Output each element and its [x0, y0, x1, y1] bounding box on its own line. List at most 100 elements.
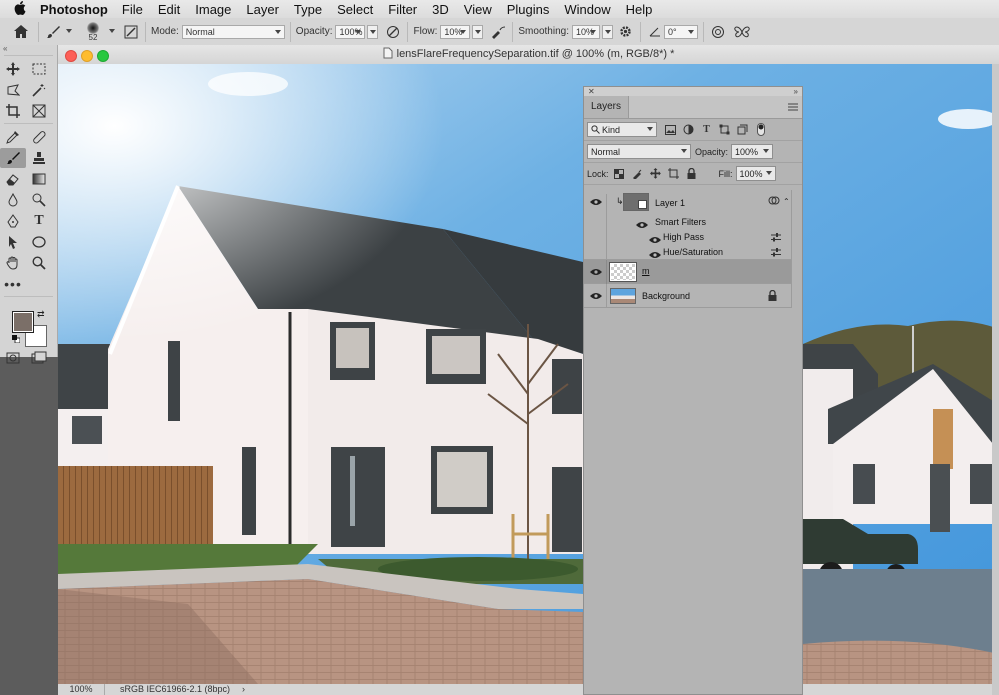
default-colors-icon[interactable] [12, 334, 21, 344]
hand-tool-icon[interactable] [0, 253, 26, 273]
zoom-level[interactable]: 100% [58, 684, 105, 695]
lasso-tool-icon[interactable] [0, 80, 26, 100]
symmetry-butterfly-icon[interactable] [733, 23, 751, 41]
blur-tool-icon[interactable] [0, 190, 26, 210]
flow-input[interactable]: 10% [440, 24, 471, 39]
gear-icon[interactable] [617, 23, 635, 41]
layers-scrollbar[interactable] [791, 190, 802, 308]
angle-input[interactable]: 0° [663, 24, 698, 39]
brush-tool-active-icon[interactable] [0, 147, 26, 168]
screen-mode-icon[interactable] [26, 348, 52, 368]
flow-dropdown[interactable] [472, 24, 484, 39]
smart-filters-eye-icon[interactable] [635, 220, 649, 230]
blend-mode-dropdown[interactable]: Normal [587, 144, 691, 159]
pressure-size-icon[interactable] [709, 23, 727, 41]
pressure-opacity-icon[interactable] [384, 23, 402, 41]
menu-file[interactable]: File [122, 2, 143, 17]
layer-opacity-input[interactable]: 100% [731, 144, 774, 159]
minimize-window-icon[interactable] [81, 50, 93, 62]
menu-3d[interactable]: 3D [432, 2, 449, 17]
brush-preset-picker[interactable]: 52 [81, 21, 105, 42]
healing-brush-icon[interactable] [26, 127, 52, 147]
tab-layers[interactable]: Layers [584, 96, 629, 118]
layer-row-m[interactable]: m [584, 260, 791, 284]
image-canvas[interactable] [58, 64, 999, 684]
layer-name[interactable]: Layer 1 [655, 198, 685, 208]
visibility-eye-icon[interactable] [589, 197, 603, 207]
gradient-tool-icon[interactable] [26, 169, 52, 189]
visibility-eye-icon[interactable] [589, 291, 603, 301]
apple-icon[interactable] [0, 0, 40, 18]
filter-blending-options-icon[interactable] [771, 248, 781, 260]
filter-kind-dropdown[interactable]: Kind [587, 122, 657, 137]
menu-edit[interactable]: Edit [158, 2, 180, 17]
filter-toggle-switch[interactable] [753, 122, 768, 137]
smoothing-input[interactable]: 10% [571, 24, 600, 39]
magic-wand-icon[interactable] [26, 80, 52, 100]
tool-preset-dropdown[interactable] [64, 25, 75, 39]
filter-adjustment-icon[interactable] [681, 122, 696, 137]
status-menu-arrow-icon[interactable]: › [242, 684, 245, 695]
layer-name[interactable]: Background [642, 291, 690, 301]
high-pass-eye-icon[interactable] [648, 235, 662, 245]
zoom-tool-icon[interactable] [26, 253, 52, 273]
filter-smart-object-icon[interactable] [735, 122, 750, 137]
opacity-dropdown[interactable] [367, 24, 379, 39]
layer-name[interactable]: m [642, 266, 650, 276]
lock-all-icon[interactable] [684, 166, 699, 181]
eyedropper-icon[interactable] [0, 127, 26, 147]
brush-preset-dropdown[interactable] [107, 25, 118, 39]
menu-window[interactable]: Window [564, 2, 610, 17]
dodge-tool-icon[interactable] [26, 190, 52, 210]
lock-pixels-icon[interactable] [630, 166, 645, 181]
quick-mask-icon[interactable] [0, 348, 26, 368]
move-tool-icon[interactable] [0, 59, 26, 79]
swap-colors-icon[interactable]: ⇄ [37, 309, 45, 320]
pen-tool-icon[interactable] [0, 211, 26, 231]
hue-saturation-eye-icon[interactable] [648, 250, 662, 260]
collapse-panel-icon[interactable]: » [794, 87, 798, 96]
close-panel-icon[interactable]: ✕ [588, 87, 595, 96]
filter-pixel-icon[interactable] [663, 122, 678, 137]
lock-artboard-icon[interactable] [666, 166, 681, 181]
menu-plugins[interactable]: Plugins [507, 2, 550, 17]
marquee-tool-icon[interactable] [26, 59, 52, 79]
toolbar-collapse-icon[interactable]: « [0, 45, 57, 53]
type-tool-icon[interactable]: T [26, 211, 52, 231]
smart-filter-link-icon[interactable] [768, 195, 780, 209]
layer-row-layer1[interactable]: ↳ Layer 1 ⌃ Smart Filters High Pass Hue/… [584, 190, 791, 260]
filter-blending-options-icon[interactable] [771, 233, 781, 245]
brush-settings-icon[interactable] [122, 23, 140, 41]
close-window-icon[interactable] [65, 50, 77, 62]
opacity-input[interactable]: 100% [335, 24, 366, 39]
more-tools-icon[interactable]: ••• [0, 274, 26, 294]
frame-tool-icon[interactable] [26, 101, 52, 121]
path-selection-icon[interactable] [0, 232, 26, 252]
smoothing-dropdown[interactable] [601, 24, 613, 39]
menu-help[interactable]: Help [626, 2, 653, 17]
lock-position-icon[interactable] [648, 166, 663, 181]
filter-high-pass[interactable]: High Pass [663, 232, 704, 242]
home-icon[interactable] [12, 23, 30, 41]
brush-tool-icon[interactable] [44, 23, 62, 41]
layer-row-background[interactable]: Background [584, 284, 791, 308]
crop-tool-icon[interactable] [0, 101, 26, 121]
app-name-menu[interactable]: Photoshop [40, 2, 108, 17]
filter-hue-saturation[interactable]: Hue/Saturation [663, 247, 723, 257]
document-scrollbar[interactable] [992, 64, 999, 695]
mode-dropdown[interactable]: Normal [181, 24, 285, 39]
menu-select[interactable]: Select [337, 2, 373, 17]
lock-transparent-icon[interactable] [612, 166, 627, 181]
airbrush-icon[interactable] [489, 23, 507, 41]
zoom-window-icon[interactable] [97, 50, 109, 62]
fill-input[interactable]: 100% [735, 166, 776, 181]
foreground-color-swatch[interactable] [12, 311, 34, 333]
ellipse-tool-icon[interactable] [26, 232, 52, 252]
filter-type-icon[interactable]: T [699, 122, 714, 137]
menu-filter[interactable]: Filter [388, 2, 417, 17]
menu-type[interactable]: Type [294, 2, 322, 17]
menu-image[interactable]: Image [195, 2, 231, 17]
panel-menu-icon[interactable] [788, 102, 798, 111]
eraser-tool-icon[interactable] [0, 169, 26, 189]
filter-shape-icon[interactable] [717, 122, 732, 137]
